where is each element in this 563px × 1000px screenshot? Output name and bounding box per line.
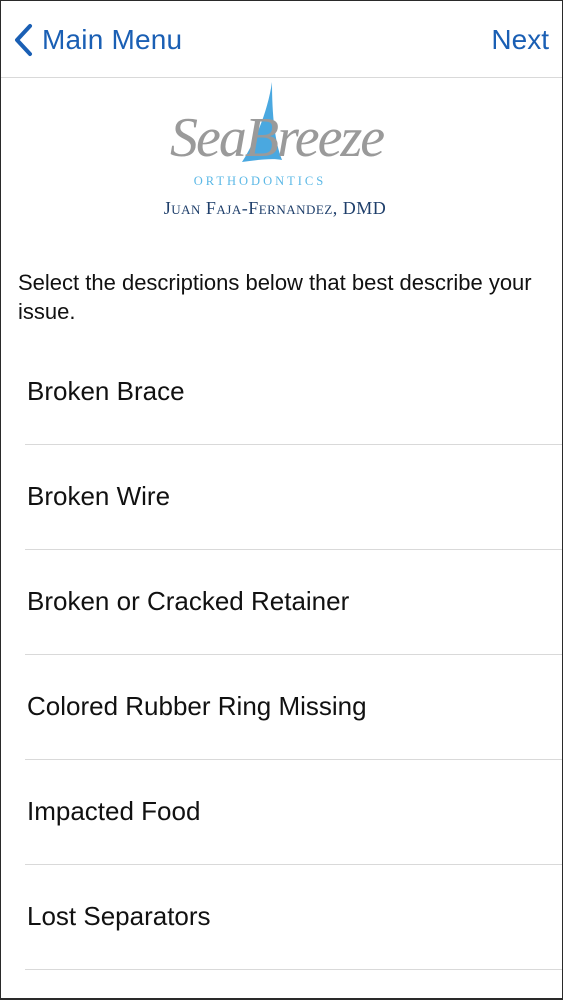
list-item-label: Broken Wire xyxy=(27,481,171,511)
list-item-label: Broken or Cracked Retainer xyxy=(27,586,350,616)
issue-list: Broken Brace Broken Wire Broken or Crack… xyxy=(0,340,563,970)
back-button[interactable]: Main Menu xyxy=(12,20,182,60)
list-item-label: Impacted Food xyxy=(27,796,201,826)
logo-wordmark: SeaBreeze xyxy=(170,107,385,169)
navigation-bar: Main Menu Next xyxy=(0,0,563,78)
instruction-text: Select the descriptions below that best … xyxy=(18,270,532,324)
divider xyxy=(25,969,563,970)
list-item-broken-retainer[interactable]: Broken or Cracked Retainer xyxy=(0,550,563,655)
back-button-label: Main Menu xyxy=(42,24,183,55)
logo-doctor-name: Juan Faja-Fernandez, DMD xyxy=(163,198,387,218)
list-item-broken-brace[interactable]: Broken Brace xyxy=(0,340,563,445)
list-item-rubber-ring-missing[interactable]: Colored Rubber Ring Missing xyxy=(0,655,563,760)
chevron-left-icon xyxy=(12,23,34,57)
list-item-lost-separators[interactable]: Lost Separators xyxy=(0,865,563,970)
practice-logo: SeaBreeze ORTHODONTICS Juan Faja-Fernand… xyxy=(160,78,410,228)
next-button[interactable]: Next xyxy=(491,20,549,60)
list-item-broken-wire[interactable]: Broken Wire xyxy=(0,445,563,550)
logo-subtitle: ORTHODONTICS xyxy=(193,174,327,188)
list-item-impacted-food[interactable]: Impacted Food xyxy=(0,760,563,865)
list-item-label: Broken Brace xyxy=(27,376,185,406)
list-item-label: Lost Separators xyxy=(27,901,211,931)
list-item-label: Colored Rubber Ring Missing xyxy=(27,691,367,721)
